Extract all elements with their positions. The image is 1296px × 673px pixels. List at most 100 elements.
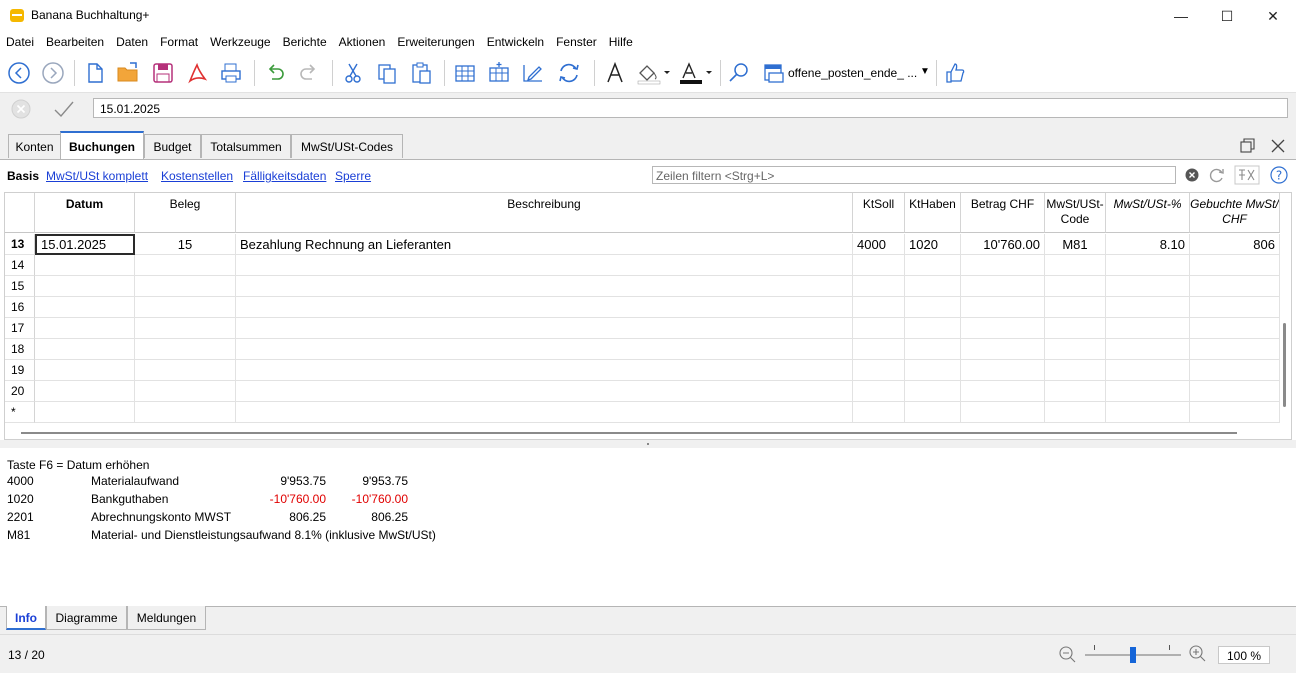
empty-cell[interactable]	[905, 255, 961, 276]
cell-ktsoll[interactable]: 4000	[853, 234, 905, 255]
empty-cell[interactable]	[1106, 381, 1190, 402]
empty-cell[interactable]	[1045, 381, 1106, 402]
empty-cell[interactable]	[1190, 297, 1280, 318]
cell-beleg[interactable]: 15	[135, 234, 236, 255]
cell-value-input[interactable]: 15.01.2025	[93, 98, 1288, 118]
empty-cell[interactable]	[1106, 339, 1190, 360]
cell-mwst-code[interactable]: M81	[1045, 234, 1106, 255]
empty-cell[interactable]	[236, 402, 853, 423]
empty-cell[interactable]	[853, 339, 905, 360]
empty-cell[interactable]	[1106, 297, 1190, 318]
minimize-button[interactable]: —	[1158, 0, 1204, 32]
column-header-mwst-code[interactable]: MwSt/USt- Code	[1045, 193, 1106, 233]
empty-cell[interactable]	[961, 255, 1045, 276]
empty-cell[interactable]	[853, 381, 905, 402]
tab-diagramme[interactable]: Diagramme	[46, 606, 127, 630]
zoom-slider-handle[interactable]	[1130, 647, 1136, 663]
column-header-beleg[interactable]: Beleg	[135, 193, 236, 233]
cell-gebuchte-mwst[interactable]: 806	[1190, 234, 1280, 255]
empty-cell[interactable]	[1045, 255, 1106, 276]
empty-cell[interactable]	[1045, 276, 1106, 297]
empty-cell[interactable]	[35, 255, 135, 276]
zoom-level[interactable]: 100 %	[1218, 646, 1270, 664]
empty-cell[interactable]	[961, 339, 1045, 360]
column-header-datum[interactable]: Datum	[35, 193, 135, 233]
menu-fenster[interactable]: Fenster	[550, 32, 603, 52]
column-header-mwst-pct[interactable]: MwSt/USt-%	[1106, 193, 1190, 233]
cell-beschreibung[interactable]: Bezahlung Rechnung an Lieferanten	[236, 234, 853, 255]
zoom-in-icon[interactable]	[1188, 644, 1206, 662]
empty-cell[interactable]	[905, 381, 961, 402]
empty-cell[interactable]	[1045, 297, 1106, 318]
empty-cell[interactable]	[905, 318, 961, 339]
empty-cell[interactable]	[135, 318, 236, 339]
empty-cell[interactable]	[35, 318, 135, 339]
insert-row-icon[interactable]	[452, 60, 478, 86]
vertical-scrollbar-thumb[interactable]	[1283, 323, 1286, 407]
tab-totalsummen[interactable]: Totalsummen	[201, 134, 291, 158]
menu-entwickeln[interactable]: Entwickeln	[481, 32, 550, 52]
confirm-edit-icon[interactable]	[52, 98, 76, 120]
maximize-button[interactable]: ☐	[1204, 0, 1250, 32]
empty-cell[interactable]	[853, 276, 905, 297]
empty-cell[interactable]	[1106, 276, 1190, 297]
back-icon[interactable]	[6, 60, 32, 86]
empty-cell[interactable]	[905, 360, 961, 381]
empty-cell[interactable]	[1106, 360, 1190, 381]
empty-cell[interactable]	[961, 402, 1045, 423]
document-selector[interactable]: offene_posten_ende_ ... ▼	[762, 60, 932, 86]
empty-cell[interactable]	[961, 297, 1045, 318]
empty-cell[interactable]	[135, 339, 236, 360]
cell-datum-selected[interactable]: 15.01.2025	[35, 234, 135, 255]
empty-cell[interactable]	[1190, 318, 1280, 339]
column-header-beschreibung[interactable]: Beschreibung	[236, 193, 853, 233]
close-window-button[interactable]: ✕	[1250, 0, 1296, 32]
empty-cell[interactable]	[35, 339, 135, 360]
horizontal-scrollbar-thumb[interactable]	[21, 432, 1237, 434]
tab-konten[interactable]: Konten	[8, 134, 61, 158]
menu-datei[interactable]: Datei	[0, 32, 40, 52]
cancel-edit-icon[interactable]	[10, 98, 32, 120]
cell-mwst-pct[interactable]: 8.10	[1106, 234, 1190, 255]
empty-cell[interactable]	[1190, 381, 1280, 402]
empty-cell[interactable]	[135, 402, 236, 423]
forward-icon[interactable]	[40, 60, 66, 86]
view-kostenstellen[interactable]: Kostenstellen	[161, 169, 233, 183]
empty-cell[interactable]	[236, 318, 853, 339]
empty-cell[interactable]	[1045, 360, 1106, 381]
empty-cell[interactable]	[1190, 360, 1280, 381]
empty-cell[interactable]	[135, 360, 236, 381]
menu-berichte[interactable]: Berichte	[277, 32, 333, 52]
empty-cell[interactable]	[1106, 402, 1190, 423]
clear-filter-icon[interactable]	[1183, 166, 1201, 184]
fill-color-icon[interactable]	[636, 60, 672, 86]
save-icon[interactable]	[150, 60, 176, 86]
column-header-gebuchte-mwst[interactable]: Gebuchte MwSt/ CHF	[1190, 193, 1280, 233]
tab-budget[interactable]: Budget	[144, 134, 201, 158]
empty-cell[interactable]	[135, 255, 236, 276]
empty-cell[interactable]	[853, 318, 905, 339]
empty-cell[interactable]	[1190, 402, 1280, 423]
panel-splitter[interactable]	[0, 440, 1296, 448]
view-mwst-komplett[interactable]: MwSt/USt komplett	[46, 169, 148, 183]
empty-cell[interactable]	[1106, 255, 1190, 276]
add-rows-icon[interactable]	[486, 60, 512, 86]
empty-cell[interactable]	[236, 381, 853, 402]
empty-cell[interactable]	[236, 297, 853, 318]
tab-buchungen[interactable]: Buchungen	[60, 131, 144, 159]
redo-icon[interactable]	[296, 60, 322, 86]
menu-bearbeiten[interactable]: Bearbeiten	[40, 32, 110, 52]
empty-cell[interactable]	[135, 297, 236, 318]
empty-cell[interactable]	[1045, 318, 1106, 339]
column-header-kthaben[interactable]: KtHaben	[905, 193, 961, 233]
cell-betrag[interactable]: 10'760.00	[961, 234, 1045, 255]
row-filter-input[interactable]: Zeilen filtern <Strg+L>	[652, 166, 1176, 184]
cell-kthaben[interactable]: 1020	[905, 234, 961, 255]
menu-werkzeuge[interactable]: Werkzeuge	[204, 32, 276, 52]
open-folder-icon[interactable]	[116, 60, 142, 86]
empty-cell[interactable]	[135, 381, 236, 402]
empty-cell[interactable]	[905, 297, 961, 318]
empty-cell[interactable]	[961, 381, 1045, 402]
menu-hilfe[interactable]: Hilfe	[603, 32, 639, 52]
menu-format[interactable]: Format	[154, 32, 204, 52]
